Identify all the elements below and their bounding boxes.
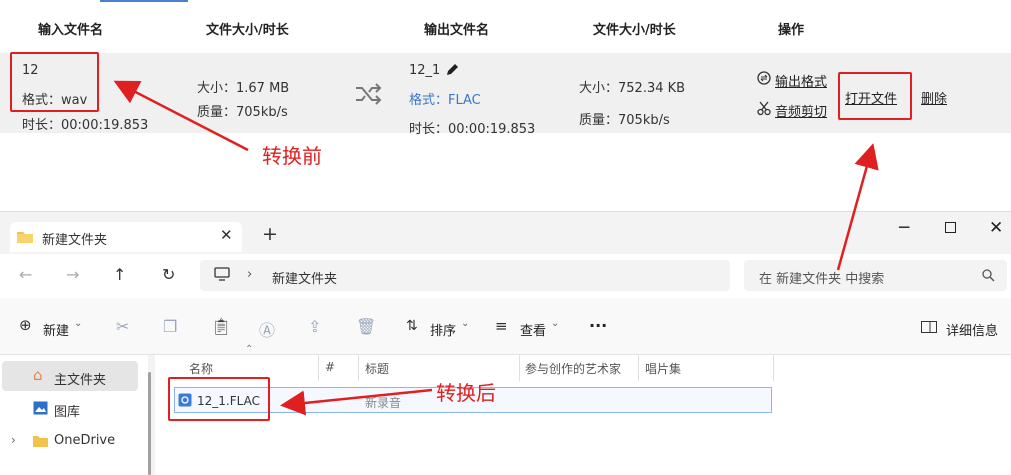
annotation-arrows — [113, 80, 879, 416]
arrow-to-output-file — [280, 388, 433, 416]
arrow-to-input-file — [113, 80, 249, 152]
arrow-to-open-file — [836, 143, 879, 271]
